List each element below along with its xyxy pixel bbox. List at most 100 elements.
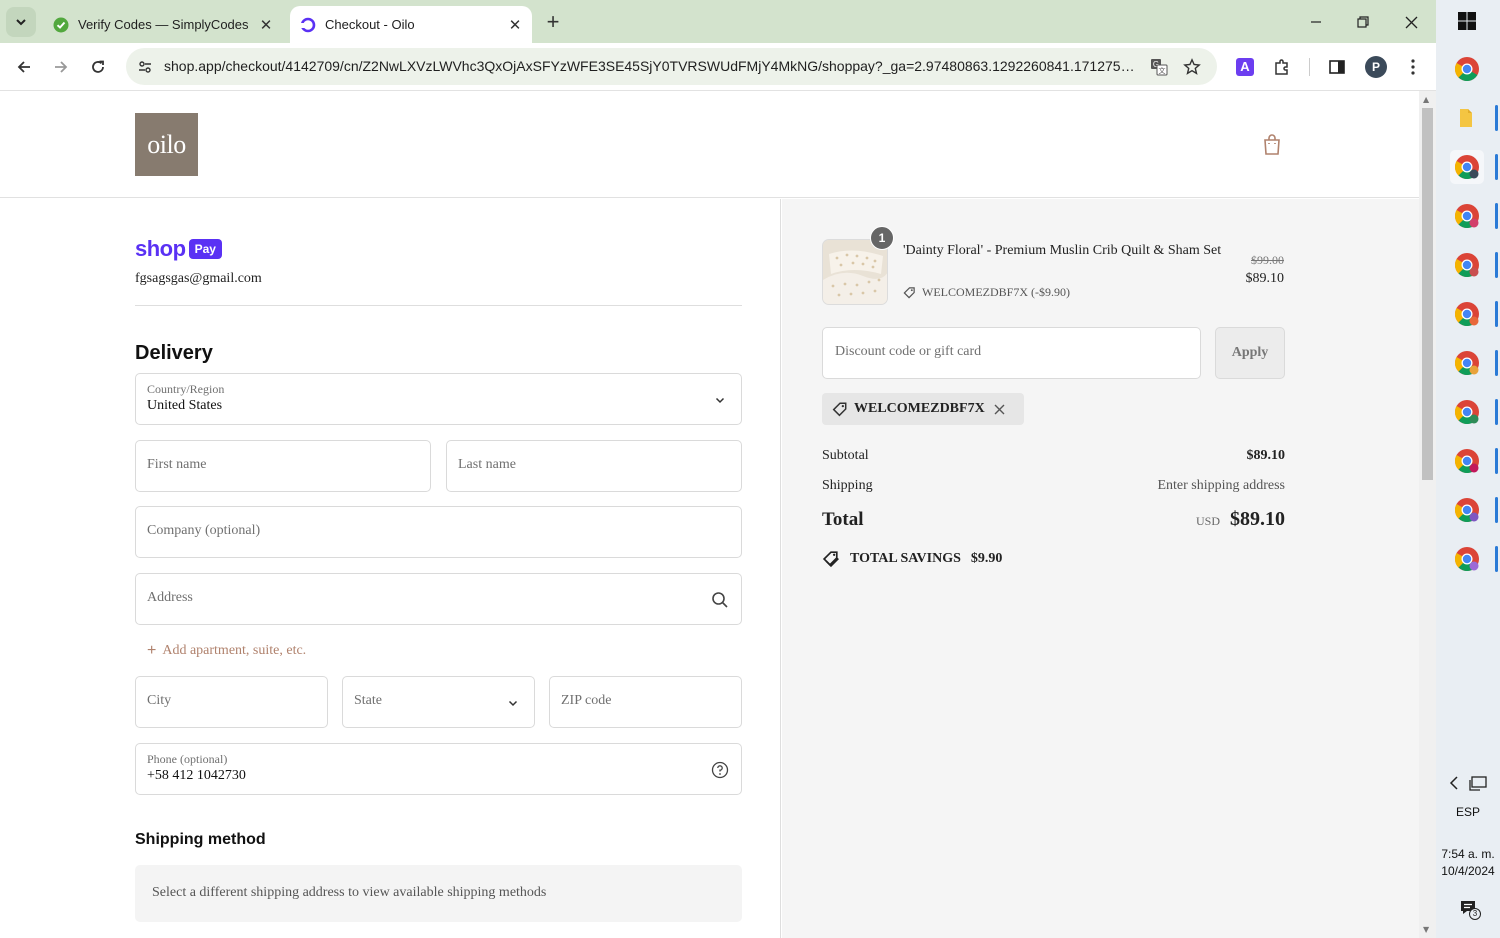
bookmark-star-icon[interactable] xyxy=(1181,56,1203,78)
add-apartment-link[interactable]: + Add apartment, suite, etc. xyxy=(147,642,306,660)
chrome-profile-window-icon[interactable] xyxy=(1450,199,1498,233)
file-explorer-icon[interactable] xyxy=(1450,101,1498,135)
product-discount-line: WELCOMEZDBF7X (-$9.90) xyxy=(903,285,1070,300)
country-label: Country/Region xyxy=(147,382,225,396)
address-bar[interactable]: shop.app/checkout/4142709/cn/Z2NwLXVzLWV… xyxy=(126,48,1217,85)
chrome-profile-window-icon[interactable] xyxy=(1450,542,1498,576)
windows-start-icon[interactable] xyxy=(1450,4,1484,38)
scroll-up-icon[interactable]: ▲ xyxy=(1423,95,1432,104)
company-field[interactable]: Company (optional) xyxy=(135,506,742,558)
chevron-down-icon xyxy=(16,19,26,26)
site-header: oilo xyxy=(0,91,1419,198)
shop-pay-word: shop xyxy=(135,236,186,261)
last-name-field[interactable]: Last name xyxy=(446,440,742,492)
chrome-profile-window-icon[interactable] xyxy=(1450,150,1498,184)
tab-title: Verify Codes — SimplyCodes xyxy=(78,17,249,32)
simplycodes-favicon-icon xyxy=(53,17,69,32)
apply-button[interactable]: Apply xyxy=(1215,327,1285,379)
tab-search-button[interactable] xyxy=(6,7,36,37)
chrome-profile-window-icon[interactable] xyxy=(1450,444,1498,478)
applied-code-text: WELCOMEZDBF7X xyxy=(854,401,985,416)
city-field[interactable]: City xyxy=(135,676,328,728)
profile-avatar[interactable]: P xyxy=(1362,53,1390,81)
order-summary-column: 1 'Dainty Floral' - Premium Muslin Crib … xyxy=(782,199,1419,938)
chrome-profile-window-icon[interactable] xyxy=(1450,493,1498,527)
close-window-icon[interactable] xyxy=(1389,8,1433,36)
state-placeholder: State xyxy=(354,693,382,708)
savings-value: $9.90 xyxy=(970,550,1003,566)
state-select[interactable]: State xyxy=(342,676,535,728)
chrome-profile-window-icon[interactable] xyxy=(1450,395,1498,429)
applied-code-chip: WELCOMEZDBF7X xyxy=(822,393,1024,425)
side-panel-icon[interactable] xyxy=(1323,53,1351,81)
forward-arrow-icon[interactable] xyxy=(47,53,75,81)
tray-clock[interactable]: 7:54 a. m. 10/4/2024 xyxy=(1436,846,1500,880)
total-row: Total USD $89.10 xyxy=(822,508,1285,531)
address-field[interactable]: Address xyxy=(135,573,742,625)
phone-label: Phone (optional) xyxy=(147,752,228,766)
tag-icon xyxy=(832,402,847,417)
oilo-logo[interactable]: oilo xyxy=(135,113,198,176)
page-scrollbar[interactable]: ▲ ▼ xyxy=(1419,91,1436,938)
shipping-method-notice: Select a different shipping address to v… xyxy=(135,865,742,922)
shipping-row: Shipping Enter shipping address xyxy=(822,478,1285,494)
subtotal-label: Subtotal xyxy=(822,448,869,463)
close-tab-icon[interactable]: ✕ xyxy=(257,16,275,34)
quilt-image xyxy=(823,240,887,304)
chrome-profile-window-icon[interactable] xyxy=(1450,248,1498,282)
close-tab-icon[interactable]: ✕ xyxy=(506,16,524,34)
scroll-down-icon[interactable]: ▼ xyxy=(1423,925,1432,934)
discount-placeholder: Discount code or gift card xyxy=(835,344,982,359)
help-icon[interactable] xyxy=(710,760,730,780)
tab-simplycodes[interactable]: Verify Codes — SimplyCodes ✕ xyxy=(43,6,283,43)
first-name-field[interactable]: First name xyxy=(135,440,431,492)
checkout-page: oilo shop Pay fgsagsgas@gmail.com Delive… xyxy=(0,91,1419,938)
network-icon[interactable] xyxy=(1469,776,1487,797)
first-name-placeholder: First name xyxy=(147,457,207,472)
scrollbar-thumb[interactable] xyxy=(1422,108,1433,480)
quantity-badge: 1 xyxy=(870,226,894,250)
tray-chevron-icon[interactable] xyxy=(1449,775,1459,796)
reload-icon[interactable] xyxy=(84,53,112,81)
minimize-window-icon[interactable] xyxy=(1294,8,1338,36)
tag-icon xyxy=(903,287,915,299)
new-tab-button[interactable]: + xyxy=(540,10,566,36)
product-discount-text: WELCOMEZDBF7X (-$9.90) xyxy=(922,285,1070,299)
chrome-profile-window-icon[interactable] xyxy=(1450,297,1498,331)
product-name: 'Dainty Floral' - Premium Muslin Crib Qu… xyxy=(903,243,1222,258)
delivery-heading: Delivery xyxy=(135,342,213,364)
clock-date: 10/4/2024 xyxy=(1441,864,1495,878)
remove-code-icon[interactable] xyxy=(994,404,1005,415)
discount-code-input[interactable]: Discount code or gift card xyxy=(822,327,1201,379)
svg-text:文: 文 xyxy=(1159,66,1166,75)
plus-icon: + xyxy=(147,642,157,659)
zip-placeholder: ZIP code xyxy=(561,693,612,708)
shopping-bag-icon[interactable] xyxy=(1260,132,1284,158)
country-select[interactable]: Country/Region United States xyxy=(135,373,742,425)
chevron-down-icon xyxy=(503,693,523,713)
zip-code-field[interactable]: ZIP code xyxy=(549,676,742,728)
total-currency: USD xyxy=(1195,514,1220,528)
shipping-method-heading: Shipping method xyxy=(135,831,266,848)
translate-icon[interactable]: G文 xyxy=(1148,56,1170,78)
phone-field[interactable]: Phone (optional) +58 412 1042730 xyxy=(135,743,742,795)
total-value: $89.10 xyxy=(1230,508,1285,530)
logo-text: oilo xyxy=(147,129,186,159)
tab-checkout-oilo[interactable]: Checkout - Oilo ✕ xyxy=(290,6,532,43)
browser-menu-icon[interactable] xyxy=(1399,53,1427,81)
divider xyxy=(135,305,742,306)
extensions-puzzle-icon[interactable] xyxy=(1268,53,1296,81)
account-email: fgsagsgas@gmail.com xyxy=(135,271,262,286)
shop-favicon-icon xyxy=(300,17,316,32)
back-arrow-icon[interactable] xyxy=(10,53,38,81)
shipping-notice-text: Select a different shipping address to v… xyxy=(152,885,547,900)
notifications-icon[interactable]: 3 xyxy=(1459,899,1481,921)
extension-a-icon[interactable]: A xyxy=(1231,53,1259,81)
site-info-icon[interactable] xyxy=(134,56,156,78)
restore-window-icon[interactable] xyxy=(1341,8,1385,36)
chrome-profile-window-icon[interactable] xyxy=(1450,346,1498,380)
chrome-icon[interactable] xyxy=(1450,52,1484,86)
input-language[interactable]: ESP xyxy=(1436,805,1500,819)
add-apartment-label: Add apartment, suite, etc. xyxy=(162,643,307,658)
shop-pay-pill: Pay xyxy=(188,239,222,259)
